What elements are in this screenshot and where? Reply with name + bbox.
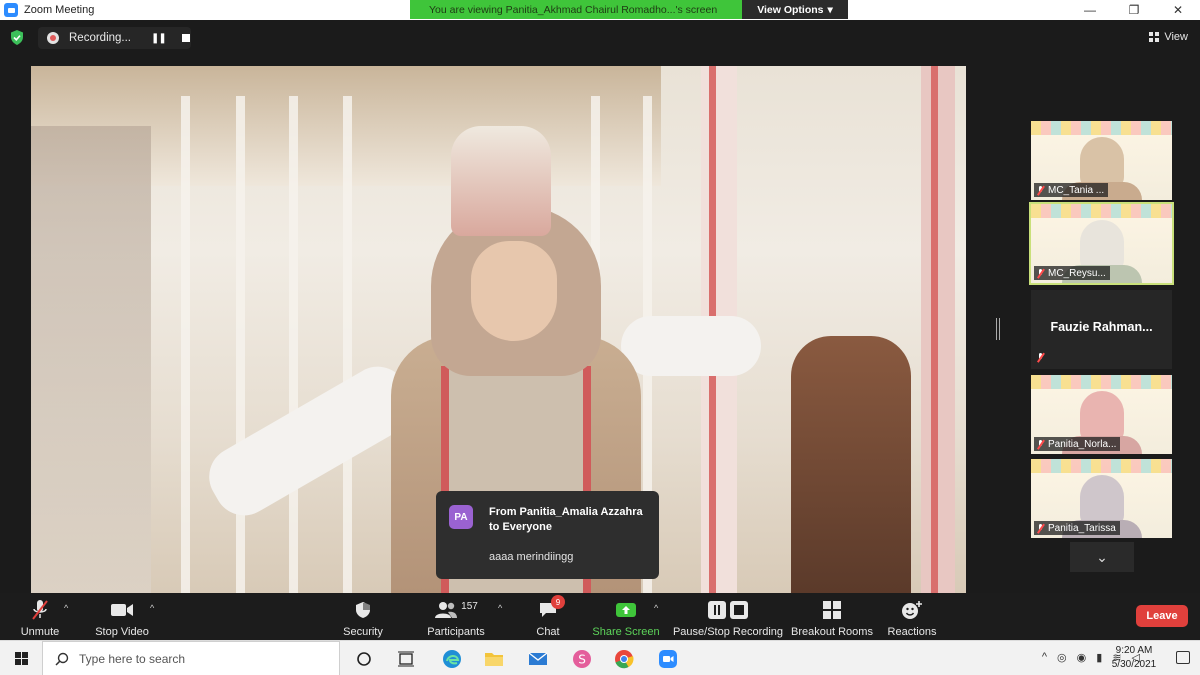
breakout-rooms-button[interactable]: Breakout Rooms (791, 593, 873, 640)
meet-now-icon[interactable]: ◎ (1057, 651, 1067, 664)
reactions-button[interactable]: Reactions (888, 593, 936, 640)
chat-label: Chat (536, 626, 560, 638)
leave-button[interactable]: Leave (1136, 605, 1188, 627)
gallery-resize-handle[interactable] (996, 318, 1000, 340)
audio-options-caret[interactable]: ^ (64, 603, 68, 613)
clock-time: 9:20 AM (1115, 645, 1153, 656)
share-screen-button[interactable]: Share Screen (592, 593, 660, 640)
grid-view-icon (1149, 32, 1160, 42)
view-options-button[interactable]: View Options ▾ (742, 0, 848, 19)
unmute-label: Unmute (20, 626, 60, 638)
notification-center-icon[interactable] (1176, 651, 1190, 664)
stop-video-button[interactable]: Stop Video (94, 593, 150, 640)
participants-count: 157 (461, 600, 478, 612)
breakout-rooms-label: Breakout Rooms (791, 626, 873, 638)
reactions-label: Reactions (887, 626, 937, 638)
stop-recording-icon[interactable] (181, 34, 190, 42)
share-screen-icon (615, 598, 637, 622)
search-placeholder: Type here to search (79, 651, 186, 666)
windows-taskbar: Type here to search S ^ ◎ ◉ ▮ ≋ ◁ 9:20 A… (0, 640, 1200, 675)
security-label: Security (343, 626, 383, 638)
window-title: Zoom Meeting (24, 4, 95, 16)
mic-muted-icon (1037, 185, 1044, 195)
chevron-down-icon: ▾ (827, 3, 833, 16)
close-button[interactable]: ✕ (1156, 0, 1200, 20)
file-explorer-icon[interactable] (482, 647, 506, 671)
share-options-caret[interactable]: ^ (654, 603, 658, 613)
mic-muted-icon (1037, 268, 1044, 278)
window-controls: — ❐ ✕ (1068, 0, 1200, 20)
encryption-shield-icon[interactable] (10, 30, 24, 45)
minimize-button[interactable]: — (1068, 0, 1112, 20)
participant-name: MC_Tania ... (1048, 184, 1105, 196)
clock-date: 5/30/2021 (1111, 659, 1157, 670)
viewing-screen-banner: You are viewing Panitia_Akhmad Chairul R… (410, 0, 742, 19)
chat-unread-badge: 9 (551, 595, 565, 609)
participant-name: Panitia_Tarissa (1048, 522, 1116, 534)
edge-browser-icon[interactable] (440, 647, 464, 671)
mic-muted-icon (1037, 353, 1044, 362)
app-s-icon[interactable]: S (570, 647, 594, 671)
video-options-caret[interactable]: ^ (150, 603, 154, 613)
chat-message: aaaa merindiingg (489, 551, 574, 563)
participant-tile[interactable]: MC_Reysu... (1029, 202, 1174, 285)
recording-indicator: Recording... ❚❚ (38, 27, 191, 49)
chat-notification[interactable]: PA From Panitia_Amalia Azzahra to Everyo… (436, 491, 659, 579)
windows-start-icon[interactable] (15, 652, 28, 665)
view-label: View (1164, 31, 1188, 43)
zoom-window: Zoom Meeting — ❐ ✕ You are viewing Panit… (0, 0, 1200, 675)
task-view-icon[interactable] (394, 647, 418, 671)
pause-recording-icon[interactable]: ❚❚ (151, 33, 167, 44)
antivirus-icon[interactable]: ◉ (1077, 651, 1087, 664)
chat-sender: From Panitia_Amalia Azzahra to Everyone (489, 506, 643, 533)
mic-muted-icon (1037, 523, 1044, 533)
smiley-plus-icon (901, 598, 923, 622)
video-camera-icon (110, 598, 134, 622)
pause-stop-icon (707, 598, 749, 622)
meeting-toolbar: Unmute ^ Stop Video ^ Security 157 Parti… (0, 593, 1200, 640)
participant-tile[interactable]: MC_Tania ... (1031, 121, 1172, 200)
pause-stop-recording-label: Pause/Stop Recording (672, 626, 784, 638)
recording-dot-icon (47, 32, 59, 44)
breakout-rooms-icon (822, 598, 842, 622)
gallery-next-button[interactable]: ⌄ (1070, 542, 1134, 572)
taskbar-search[interactable]: Type here to search (42, 641, 340, 675)
sender-avatar: PA (449, 505, 473, 529)
taskbar-clock[interactable]: 9:20 AM 5/30/2021 (1104, 644, 1164, 672)
view-button[interactable]: View (1149, 31, 1188, 43)
share-screen-label: Share Screen (592, 626, 660, 638)
zoom-app-icon (4, 3, 18, 17)
participants-button[interactable]: 157 Participants (426, 593, 486, 640)
zoom-taskbar-icon[interactable] (656, 647, 680, 671)
stop-video-label: Stop Video (95, 626, 149, 638)
recording-label: Recording... (69, 32, 132, 44)
maximize-button[interactable]: ❐ (1112, 0, 1156, 20)
microphone-icon[interactable]: ▮ (1096, 651, 1102, 664)
svg-text:S: S (578, 653, 586, 667)
search-icon (55, 652, 69, 666)
shield-icon (355, 598, 371, 622)
security-button[interactable]: Security (340, 593, 386, 640)
participant-tile[interactable]: Panitia_Norla... (1031, 375, 1172, 454)
mail-icon[interactable] (526, 647, 550, 671)
participant-name: Fauzie Rahman... (1050, 320, 1153, 334)
participant-tile[interactable]: Panitia_Tarissa (1031, 459, 1172, 538)
participants-icon: 157 (434, 598, 478, 622)
cortana-icon[interactable] (352, 647, 376, 671)
mic-muted-icon (1037, 439, 1044, 449)
participant-name: MC_Reysu... (1048, 267, 1106, 279)
participants-label: Participants (427, 626, 485, 638)
participants-options-caret[interactable]: ^ (498, 603, 502, 613)
participant-name: Panitia_Norla... (1048, 438, 1117, 450)
view-options-label: View Options (757, 3, 824, 16)
show-hidden-icons[interactable]: ^ (1042, 651, 1047, 664)
unmute-button[interactable]: Unmute (16, 593, 64, 640)
participant-tile[interactable]: Fauzie Rahman... (1031, 290, 1172, 369)
mic-muted-icon (30, 598, 50, 622)
chrome-icon[interactable] (612, 647, 636, 671)
pause-stop-recording-button[interactable]: Pause/Stop Recording (672, 593, 784, 640)
